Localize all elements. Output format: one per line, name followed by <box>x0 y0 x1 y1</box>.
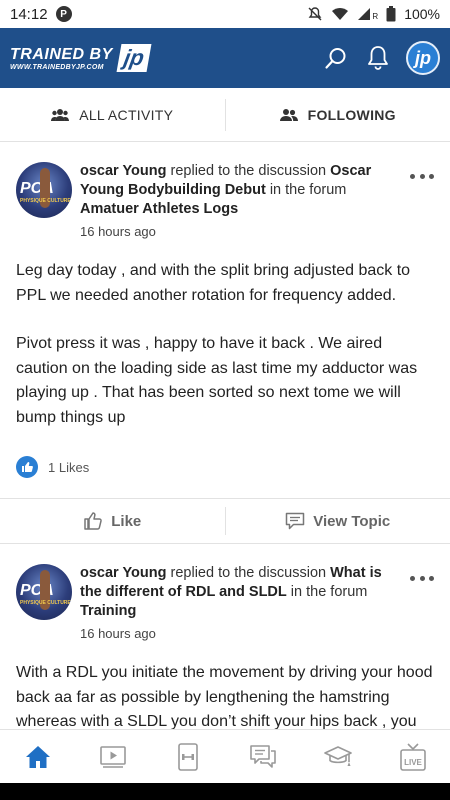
tab-label: ALL ACTIVITY <box>79 106 174 123</box>
status-icons: R 100% <box>307 6 440 22</box>
live-label: LIVE <box>404 758 422 767</box>
brand-text: TRAINED BY WWW.TRAINEDBYJP.COM <box>10 46 113 71</box>
post-headline: oscar Young replied to the discussion Os… <box>80 162 394 219</box>
battery-percent: 100% <box>404 6 440 22</box>
like-label: Like <box>111 512 142 530</box>
people-icon <box>279 108 298 121</box>
post-time: 16 hours ago <box>80 626 156 641</box>
group-icon <box>51 108 70 121</box>
more-dot <box>429 173 434 179</box>
tab-label: FOLLOWING <box>307 106 396 123</box>
post-meta: oscar Young replied to the discussion Wh… <box>80 564 434 643</box>
avatar-pca-sub: PHYSIQUE CULTURE <box>20 600 71 606</box>
author-avatar[interactable]: PCA PHYSIQUE CULTURE <box>16 564 72 620</box>
post-headline: oscar Young replied to the discussion Wh… <box>80 564 394 621</box>
post-meta: oscar Young replied to the discussion Os… <box>80 162 434 241</box>
nav-courses[interactable] <box>316 735 360 779</box>
mute-icon <box>308 7 322 21</box>
post-paragraph: Pivot press it was , happy to have it ba… <box>16 335 418 426</box>
brand-url: WWW.TRAINEDBYJP.COM <box>10 63 104 71</box>
signal-icon: R <box>357 7 378 21</box>
app-notification-icon: P <box>55 6 72 22</box>
courses-icon <box>323 745 352 766</box>
battery-icon <box>386 6 396 22</box>
comment-icon <box>286 512 305 530</box>
more-options-button[interactable] <box>410 572 434 584</box>
brand-logo: jp <box>116 44 152 72</box>
forum-icon <box>249 744 276 768</box>
nav-forums[interactable] <box>241 735 285 779</box>
action-text: replied to the discussion <box>170 565 327 581</box>
author-name[interactable]: oscar Young <box>80 565 166 581</box>
forum-prefix: in the forum <box>290 584 368 600</box>
post-paragraph: With a RDL you initiate the movement by … <box>16 664 433 729</box>
view-topic-label: View Topic <box>313 512 391 530</box>
tab-all-activity[interactable]: ALL ACTIVITY <box>0 88 225 141</box>
activity-tabs: ALL ACTIVITY FOLLOWING <box>0 88 450 142</box>
more-dot <box>429 575 434 581</box>
more-dot <box>419 575 425 581</box>
thumbs-up-icon <box>84 512 103 530</box>
system-nav-bar <box>0 783 450 800</box>
activity-feed: PCA PHYSIQUE CULTURE oscar Young replied… <box>0 142 450 729</box>
bell-icon <box>368 46 388 70</box>
activity-post: PCA PHYSIQUE CULTURE oscar Young replied… <box>0 544 450 729</box>
brand-logo-group[interactable]: TRAINED BY WWW.TRAINEDBYJP.COM jp <box>10 44 152 72</box>
nav-live[interactable]: LIVE <box>391 735 435 779</box>
wifi-icon <box>332 8 349 20</box>
notifications-button[interactable] <box>364 44 392 72</box>
post-actions: Like View Topic <box>0 498 450 544</box>
forum-link[interactable]: Training <box>80 603 136 619</box>
bottom-navigation: LIVE <box>0 729 450 783</box>
post-header: PCA PHYSIQUE CULTURE oscar Young replied… <box>16 142 434 241</box>
search-icon <box>325 48 346 69</box>
likes-count: 1 Likes <box>48 459 90 475</box>
home-icon <box>25 745 50 768</box>
workout-icon <box>177 742 198 771</box>
avatar-pca-sub: PHYSIQUE CULTURE <box>20 198 71 204</box>
action-text: replied to the discussion <box>170 163 327 179</box>
more-dot <box>410 575 415 581</box>
post-time: 16 hours ago <box>80 224 156 239</box>
header-actions: jp <box>322 41 440 75</box>
status-time: 14:12 <box>10 5 48 23</box>
brand-name: TRAINED BY <box>10 45 113 63</box>
view-topic-button[interactable]: View Topic <box>226 512 450 530</box>
nav-home[interactable] <box>16 735 60 779</box>
post-body: With a RDL you initiate the movement by … <box>16 661 434 729</box>
author-avatar[interactable]: PCA PHYSIQUE CULTURE <box>16 162 72 218</box>
more-dot <box>419 173 425 179</box>
nav-videos[interactable] <box>91 735 135 779</box>
forum-prefix: in the forum <box>269 182 347 198</box>
like-button[interactable]: Like <box>0 511 225 531</box>
profile-avatar[interactable]: jp <box>406 41 440 75</box>
forum-link[interactable]: Amatuer Athletes Logs <box>80 201 238 217</box>
app-header: TRAINED BY WWW.TRAINEDBYJP.COM jp jp <box>0 28 450 88</box>
post-body: Leg day today , and with the split bring… <box>16 259 434 430</box>
author-name[interactable]: oscar Young <box>80 163 166 179</box>
post-header: PCA PHYSIQUE CULTURE oscar Young replied… <box>16 544 434 643</box>
more-dot <box>410 173 415 179</box>
activity-post: PCA PHYSIQUE CULTURE oscar Young replied… <box>0 142 450 544</box>
like-badge-icon <box>16 456 38 478</box>
more-options-button[interactable] <box>410 170 434 182</box>
video-icon <box>99 745 126 768</box>
tab-following[interactable]: FOLLOWING <box>226 88 450 141</box>
status-bar: 14:12 P R 100% <box>0 0 450 28</box>
live-icon: LIVE <box>399 742 426 771</box>
nav-workouts[interactable] <box>166 735 210 779</box>
post-paragraph: Leg day today , and with the split bring… <box>16 262 411 304</box>
likes-summary[interactable]: 1 Likes <box>16 450 434 484</box>
search-button[interactable] <box>322 44 350 72</box>
